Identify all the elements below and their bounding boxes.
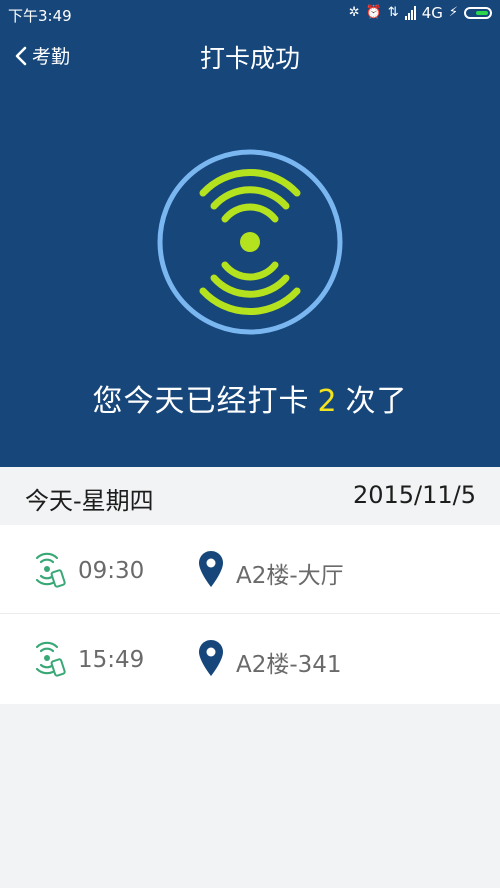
status-icons: ✲ ⏰ ⇅ 4G ⚡ — [349, 4, 492, 22]
nfc-wave-icon — [156, 148, 344, 336]
page-title: 打卡成功 — [199, 44, 300, 73]
location-pin-icon — [199, 551, 223, 587]
alarm-icon: ⏰ — [365, 5, 382, 20]
record-row[interactable]: 15:49 A2楼-341 — [0, 614, 500, 704]
record-time: 09:30 — [78, 558, 145, 584]
record-row[interactable]: 09:30 A2楼-大厅 — [0, 525, 500, 614]
record-place: A2楼-341 — [236, 652, 342, 678]
network-type: 4G — [421, 4, 443, 22]
day-date: 2015/11/5 — [352, 481, 476, 509]
checkin-message: 您今天已经打卡 2 次了 — [0, 376, 500, 420]
checkin-count: 2 — [317, 384, 338, 419]
record-place: A2楼-大厅 — [236, 563, 344, 589]
message-suffix: 次了 — [345, 384, 408, 419]
battery-icon — [464, 7, 492, 19]
day-header: 今天-星期四 2015/11/5 — [0, 467, 500, 525]
location-pin-icon — [199, 640, 223, 676]
message-prefix: 您今天已经打卡 — [92, 384, 310, 419]
checkin-records: 09:30 A2楼-大厅 15:49 A2楼-341 — [0, 525, 500, 704]
nfc-phone-icon — [35, 552, 66, 588]
bluetooth-icon: ✲ — [348, 5, 360, 20]
data-arrows-icon: ⇅ — [387, 5, 399, 20]
nav-bar: 考勤 打卡成功 — [0, 28, 500, 84]
signal-icon — [404, 6, 416, 20]
record-time: 15:49 — [78, 647, 145, 673]
nfc-phone-icon — [35, 641, 66, 677]
day-label: 今天-星期四 — [25, 487, 154, 515]
status-time: 下午3:49 — [8, 7, 72, 25]
charging-icon: ⚡ — [448, 5, 458, 20]
status-bar: 下午3:49 ✲ ⏰ ⇅ 4G ⚡ — [0, 0, 500, 28]
